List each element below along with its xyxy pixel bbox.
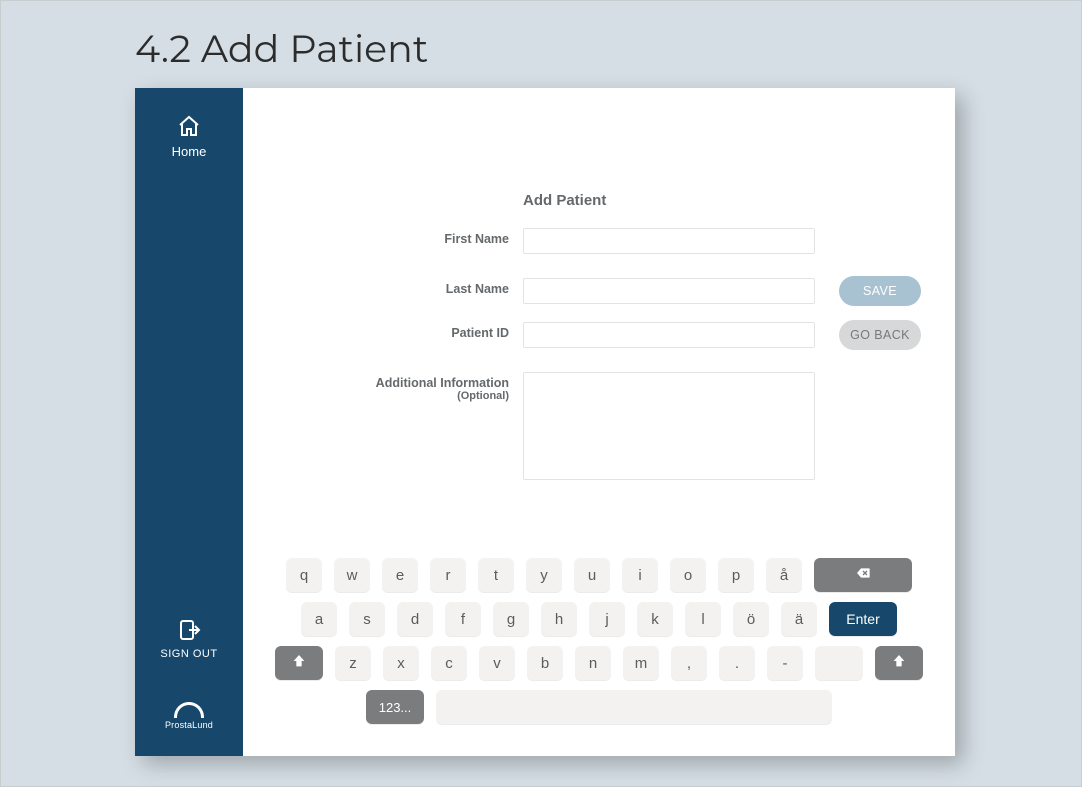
key-z[interactable]: z: [335, 646, 371, 680]
logo-text: ProstaLund: [165, 720, 213, 730]
key-å[interactable]: å: [766, 558, 802, 592]
key-.[interactable]: .: [719, 646, 755, 680]
app-window: Home SIGN OUT ProstaLund Add Patient Fir…: [135, 88, 955, 756]
sidebar-signout[interactable]: SIGN OUT: [160, 618, 217, 660]
key--[interactable]: -: [767, 646, 803, 680]
key-r[interactable]: r: [430, 558, 466, 592]
form-title: Add Patient: [523, 192, 606, 209]
first-name-input[interactable]: [523, 228, 815, 254]
key-x[interactable]: x: [383, 646, 419, 680]
key-c[interactable]: c: [431, 646, 467, 680]
key-k[interactable]: k: [637, 602, 673, 636]
optional-hint: (Optional): [363, 390, 509, 402]
key-t[interactable]: t: [478, 558, 514, 592]
key-a[interactable]: a: [301, 602, 337, 636]
key-backspace[interactable]: [814, 558, 912, 592]
home-label: Home: [172, 144, 207, 159]
sidebar: Home SIGN OUT ProstaLund: [135, 88, 243, 756]
key-s[interactable]: s: [349, 602, 385, 636]
key-h[interactable]: h: [541, 602, 577, 636]
keyboard-row-3: zxcvbnm,.-: [261, 646, 937, 680]
key-,[interactable]: ,: [671, 646, 707, 680]
key-d[interactable]: d: [397, 602, 433, 636]
key-shift-right[interactable]: [875, 646, 923, 680]
brand-logo: ProstaLund: [165, 702, 213, 730]
key-space[interactable]: [436, 690, 832, 724]
key-g[interactable]: g: [493, 602, 529, 636]
key-e[interactable]: e: [382, 558, 418, 592]
signout-label: SIGN OUT: [160, 648, 217, 660]
key-ö[interactable]: ö: [733, 602, 769, 636]
key-ä[interactable]: ä: [781, 602, 817, 636]
keyboard-row-2: asdfghjklöä Enter: [261, 602, 937, 636]
additional-info-label: Additional Information (Optional): [363, 372, 523, 402]
key-j[interactable]: j: [589, 602, 625, 636]
key-y[interactable]: y: [526, 558, 562, 592]
last-name-input[interactable]: [523, 278, 815, 304]
sidebar-home[interactable]: Home: [172, 114, 207, 159]
patient-id-input[interactable]: [523, 322, 815, 348]
on-screen-keyboard: qwertyuiopå asdfghjklöäEnter zxcvbnm,.- …: [243, 558, 955, 734]
key-m[interactable]: m: [623, 646, 659, 680]
additional-info-input[interactable]: [523, 372, 815, 480]
page-heading: 4.2 Add Patient: [1, 1, 1081, 88]
key-l[interactable]: l: [685, 602, 721, 636]
key-enter[interactable]: Enter: [829, 602, 897, 636]
shift-icon: [291, 653, 307, 673]
key-b[interactable]: b: [527, 646, 563, 680]
key-w[interactable]: w: [334, 558, 370, 592]
main-content: Add Patient First Name Last Name Patient…: [243, 88, 955, 756]
key-i[interactable]: i: [622, 558, 658, 592]
key-v[interactable]: v: [479, 646, 515, 680]
backspace-icon: [855, 565, 871, 585]
key-f[interactable]: f: [445, 602, 481, 636]
key-123[interactable]: 123...: [366, 690, 424, 724]
signout-icon: [177, 618, 201, 642]
key-u[interactable]: u: [574, 558, 610, 592]
key-n[interactable]: n: [575, 646, 611, 680]
key-shift-left[interactable]: [275, 646, 323, 680]
go-back-button[interactable]: GO BACK: [839, 320, 921, 350]
key-o[interactable]: o: [670, 558, 706, 592]
keyboard-row-1: qwertyuiopå: [261, 558, 937, 592]
patient-id-label: Patient ID: [363, 322, 523, 340]
home-icon: [177, 114, 201, 138]
last-name-label: Last Name: [363, 278, 523, 296]
save-button[interactable]: SAVE: [839, 276, 921, 306]
key-q[interactable]: q: [286, 558, 322, 592]
shift-icon: [891, 653, 907, 673]
key-blank[interactable]: [815, 646, 863, 680]
logo-arc-icon: [174, 702, 204, 718]
key-p[interactable]: p: [718, 558, 754, 592]
first-name-label: First Name: [363, 228, 523, 246]
keyboard-row-4: 123...: [261, 690, 937, 724]
